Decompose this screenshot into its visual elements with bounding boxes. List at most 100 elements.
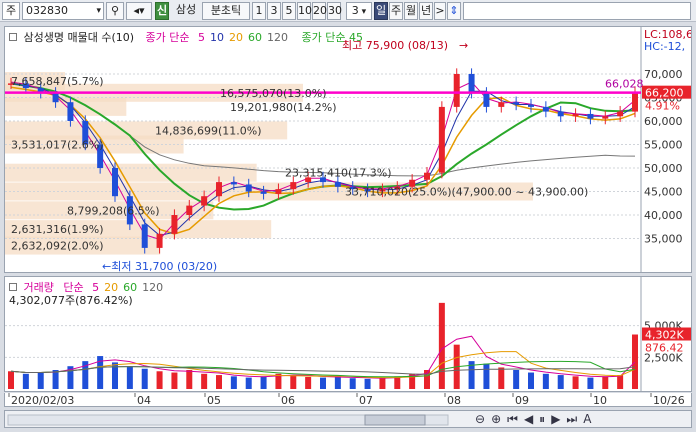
volume-bar bbox=[37, 372, 44, 389]
price-legend-ma-5: 5 bbox=[198, 31, 206, 44]
current-volume-label: 4,302K bbox=[645, 329, 684, 342]
toolbar-blank-field[interactable] bbox=[463, 2, 691, 20]
candle-body bbox=[186, 205, 193, 215]
stock-name: 삼성 bbox=[171, 2, 201, 20]
volume-profile-label: 16,575,070(13.0%) bbox=[220, 87, 327, 100]
price-legend-ma-periods: 5 10 20 60 120 bbox=[193, 31, 288, 44]
volume-bar bbox=[171, 372, 178, 389]
tab-month-label: 월 bbox=[405, 4, 417, 17]
tab-intraday-label: 분초틱 bbox=[210, 4, 242, 17]
period-3-button[interactable]: 3 bbox=[267, 2, 281, 20]
volume-bar bbox=[201, 373, 208, 389]
zoom-out-icon[interactable]: ⊖ bbox=[475, 412, 491, 426]
candle-body bbox=[602, 116, 609, 119]
tab-week[interactable]: 주 bbox=[389, 2, 403, 20]
volume-bar bbox=[379, 377, 386, 389]
search-button[interactable]: ⚲ bbox=[106, 2, 124, 20]
stock-name-text: 삼성 bbox=[175, 3, 197, 16]
volume-bar bbox=[126, 366, 133, 389]
volume-bar bbox=[513, 370, 520, 389]
candle-body bbox=[334, 182, 341, 187]
price-legend-ma-label: 종가 단순 bbox=[145, 31, 190, 44]
candle-body bbox=[438, 106, 445, 173]
tab-day[interactable]: 일 bbox=[374, 2, 388, 20]
price-legend: 삼성생명 매물대 수(10) 종가 단순 5 10 20 60 120 종가 단순 45 bbox=[9, 29, 363, 45]
count-value: 3 bbox=[351, 4, 359, 17]
tab-month[interactable]: 월 bbox=[404, 2, 418, 20]
zoom-in-icon[interactable]: ⊕ bbox=[491, 412, 507, 426]
candle-body bbox=[171, 215, 178, 234]
prev-icon[interactable]: ◀ bbox=[524, 412, 539, 426]
current-price-label: 66,200 bbox=[645, 87, 684, 100]
volume-bar bbox=[230, 376, 237, 389]
chevron-down-icon: ▾ bbox=[358, 7, 367, 17]
volume-bar bbox=[320, 377, 326, 389]
volume-profile-label: 33,710,020(25.0%)(47,900.00 ~ 43,900.00) bbox=[345, 186, 588, 199]
x-tick-label: 2020/02/03 bbox=[11, 394, 74, 407]
tab-intraday[interactable]: 분초틱 bbox=[202, 2, 250, 20]
period-10-button[interactable]: 10 bbox=[297, 2, 312, 20]
scrollbar-thumb[interactable] bbox=[364, 414, 426, 426]
next-button[interactable]: > bbox=[434, 2, 446, 20]
updown-button[interactable]: ⇕ bbox=[447, 2, 461, 20]
price-tick-label: 40,000 bbox=[644, 209, 683, 222]
last-icon[interactable]: ⏭ bbox=[566, 412, 583, 426]
pause-icon[interactable]: ⏸ bbox=[539, 412, 551, 426]
volume-bar bbox=[528, 372, 534, 389]
volume-bar bbox=[349, 378, 356, 389]
candle-body bbox=[290, 182, 297, 190]
market-select[interactable]: 주 bbox=[2, 2, 20, 20]
candle-body bbox=[528, 104, 534, 107]
candle-body bbox=[557, 111, 564, 117]
volume-bar bbox=[141, 368, 148, 389]
period-20-button[interactable]: 20 bbox=[312, 2, 327, 20]
volume-bar bbox=[498, 367, 505, 389]
chart-scrollbar[interactable]: ⊖⊕⏮◀⏸▶⏭A bbox=[4, 410, 692, 428]
volume-bar bbox=[364, 378, 371, 389]
volume-bar bbox=[438, 302, 445, 389]
volume-bar bbox=[587, 377, 594, 389]
candle-body bbox=[216, 182, 222, 197]
candle-body bbox=[587, 113, 594, 119]
candle-body bbox=[230, 182, 237, 185]
volume-bar bbox=[290, 375, 297, 389]
high-arrow-icon: → bbox=[459, 39, 468, 52]
volume-profile-label: 3,531,017(2.6%) bbox=[11, 139, 104, 152]
updown-arrow-icon: ⇕ bbox=[449, 4, 459, 17]
price-legend-ma-60: 60 bbox=[248, 31, 263, 44]
x-axis: 2020/02/03 04 05 06 07 08 09 10 10/26 bbox=[4, 393, 692, 407]
font-icon[interactable]: A bbox=[583, 412, 597, 426]
period-1-button[interactable]: 1 bbox=[252, 2, 266, 20]
credit-badge-text: 신 bbox=[156, 4, 168, 17]
period-5-button[interactable]: 5 bbox=[282, 2, 296, 20]
candle-body bbox=[617, 111, 624, 117]
volume-chart-pane[interactable]: 5,000K 2,500K 4,302K 876.42 거래량 단순 5 20 60 120… bbox=[4, 276, 692, 392]
volume-profile-label: 14,836,699(11.0%) bbox=[155, 124, 262, 137]
price-tick-label: 35,000 bbox=[644, 233, 683, 246]
speaker-button[interactable]: ◂▾ bbox=[126, 2, 152, 20]
x-axis-labels: 2020/02/03 04 05 06 07 08 09 10 10/26 bbox=[8, 393, 685, 407]
volume-profile-label: 23,315,410(17.3%) bbox=[285, 167, 392, 180]
speaker-icon: ◂▾ bbox=[133, 4, 145, 17]
volume-profile-label: 2,631,316(1.9%) bbox=[11, 223, 104, 236]
tab-year-label: 년 bbox=[420, 4, 432, 17]
price-chart[interactable]: 70,00065,00060,00055,00050,00045,00040,0… bbox=[5, 27, 692, 273]
volume-ma20-line bbox=[10, 351, 636, 379]
x-tick-label: 05 bbox=[207, 394, 221, 407]
x-tick-label: 08 bbox=[447, 394, 461, 407]
market-label: 주 bbox=[5, 4, 17, 17]
stock-code-value: 032830 bbox=[26, 4, 68, 17]
chevron-down-icon: ▾ bbox=[96, 6, 101, 16]
price-chart-pane[interactable]: 70,00065,00060,00055,00050,00045,00040,0… bbox=[4, 26, 692, 273]
stock-code-input[interactable]: 032830 ▾ bbox=[22, 2, 104, 20]
period-30-button[interactable]: 30 bbox=[327, 2, 342, 20]
price-tick-label: 45,000 bbox=[644, 186, 683, 199]
volume-bar bbox=[617, 375, 624, 389]
first-icon[interactable]: ⏮ bbox=[507, 412, 524, 426]
next-icon[interactable]: ▶ bbox=[551, 412, 566, 426]
price-legend-ma-20: 20 bbox=[229, 31, 244, 44]
x-tick-label: 10 bbox=[593, 394, 607, 407]
tab-year[interactable]: 년 bbox=[419, 2, 433, 20]
count-select[interactable]: 3 ▾ bbox=[346, 2, 372, 20]
volume-bar bbox=[632, 334, 638, 389]
